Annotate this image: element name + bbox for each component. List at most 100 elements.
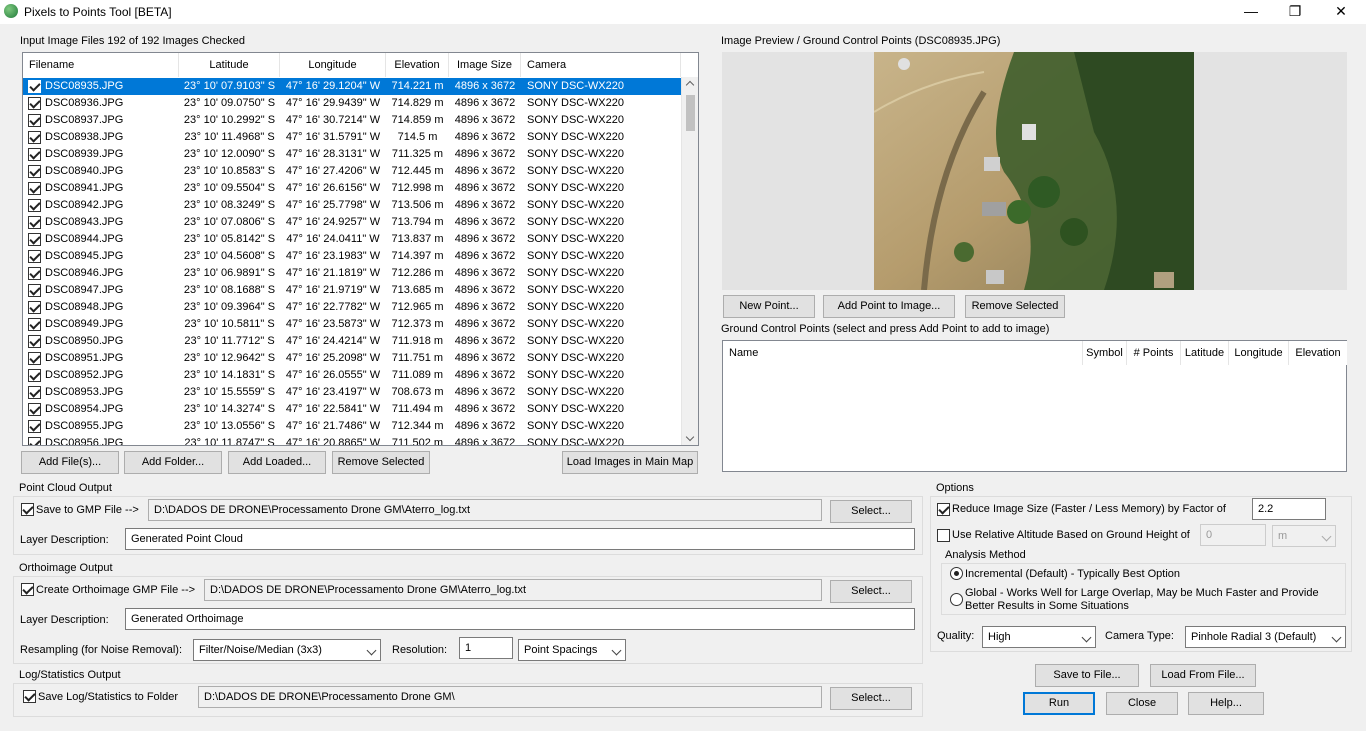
altitude-unit-dropdown[interactable]: m [1272, 525, 1336, 547]
table-row[interactable]: DSC08949.JPG 23° 10' 10.5811" S 47° 16' 23… [23, 316, 681, 333]
table-row[interactable]: DSC08935.JPG 23° 10' 07.9103" S 47° 16' 29… [23, 78, 681, 95]
point-cloud-path-field[interactable]: D:\DADOS DE DRONE\Processamento Drone GM… [148, 499, 822, 521]
gcp-col-points[interactable]: # Points [1127, 341, 1181, 365]
table-row[interactable]: DSC08951.JPG 23° 10' 12.9642" S 47° 16' 25… [23, 350, 681, 367]
resolution-field[interactable]: 1 [459, 637, 513, 659]
row-checkbox[interactable] [28, 301, 41, 314]
row-checkbox[interactable] [28, 267, 41, 280]
table-row[interactable]: DSC08943.JPG 23° 10' 07.0806" S 47° 16' 24… [23, 214, 681, 231]
global-label-line2[interactable]: Better Results in Some Situations [965, 600, 1129, 612]
minimize-button[interactable]: — [1228, 0, 1274, 24]
run-button[interactable]: Run [1023, 692, 1095, 715]
reduce-size-checkbox[interactable] [937, 503, 950, 516]
save-gmp-label[interactable]: Save to GMP File --> [36, 504, 139, 516]
close-button[interactable]: Close [1106, 692, 1178, 715]
scroll-down-icon[interactable] [685, 432, 695, 442]
relative-altitude-checkbox[interactable] [937, 529, 950, 542]
row-checkbox[interactable] [28, 216, 41, 229]
new-point-button[interactable]: New Point... [723, 295, 815, 318]
load-images-in-map-button[interactable]: Load Images in Main Map [562, 451, 698, 474]
camera-type-dropdown[interactable]: Pinhole Radial 3 (Default) [1185, 626, 1346, 648]
incremental-radio[interactable] [950, 567, 963, 580]
relative-altitude-field[interactable]: 0 [1200, 524, 1266, 546]
point-cloud-select-button[interactable]: Select... [830, 500, 912, 523]
table-row[interactable]: DSC08950.JPG 23° 10' 11.7712" S 47° 16' 24… [23, 333, 681, 350]
ortho-layer-field[interactable]: Generated Orthoimage [125, 608, 915, 630]
log-select-button[interactable]: Select... [830, 687, 912, 710]
create-ortho-checkbox[interactable] [21, 583, 34, 596]
table-row[interactable]: DSC08940.JPG 23° 10' 10.8583" S 47° 16' 27… [23, 163, 681, 180]
gcp-col-latitude[interactable]: Latitude [1181, 341, 1229, 365]
scroll-up-icon[interactable] [685, 80, 695, 90]
gcp-col-name[interactable]: Name [723, 341, 1083, 365]
table-row[interactable]: DSC08955.JPG 23° 10' 13.0556" S 47° 16' 21… [23, 418, 681, 435]
point-cloud-layer-field[interactable]: Generated Point Cloud [125, 528, 915, 550]
row-checkbox[interactable] [28, 97, 41, 110]
table-row[interactable]: DSC08939.JPG 23° 10' 12.0090" S 47° 16' 28… [23, 146, 681, 163]
row-checkbox[interactable] [28, 182, 41, 195]
reduce-size-label[interactable]: Reduce Image Size (Faster / Less Memory)… [952, 503, 1226, 515]
log-path-field[interactable]: D:\DADOS DE DRONE\Processamento Drone GM… [198, 686, 822, 708]
help-button[interactable]: Help... [1188, 692, 1264, 715]
ortho-select-button[interactable]: Select... [830, 580, 912, 603]
row-checkbox[interactable] [28, 284, 41, 297]
ortho-path-field[interactable]: D:\DADOS DE DRONE\Processamento Drone GM… [204, 579, 822, 601]
maximize-button[interactable]: ❐ [1272, 0, 1318, 24]
row-checkbox[interactable] [28, 437, 41, 445]
add-point-to-image-button[interactable]: Add Point to Image... [823, 295, 955, 318]
global-radio[interactable] [950, 593, 963, 606]
row-checkbox[interactable] [28, 148, 41, 161]
table-row[interactable]: DSC08938.JPG 23° 10' 11.4968" S 47° 16' 31… [23, 129, 681, 146]
gcp-col-symbol[interactable]: Symbol [1083, 341, 1127, 365]
table-row[interactable]: DSC08956.JPG 23° 10' 11.8747" S 47° 16' 20… [23, 435, 681, 445]
add-folder-button[interactable]: Add Folder... [124, 451, 222, 474]
remove-selected-files-button[interactable]: Remove Selected [332, 451, 430, 474]
gcp-col-elevation[interactable]: Elevation [1289, 341, 1347, 365]
gcp-col-longitude[interactable]: Longitude [1229, 341, 1289, 365]
row-checkbox[interactable] [28, 335, 41, 348]
row-checkbox[interactable] [28, 318, 41, 331]
row-checkbox[interactable] [28, 420, 41, 433]
resampling-dropdown[interactable]: Filter/Noise/Median (3x3) [193, 639, 381, 661]
col-header-camera[interactable]: Camera [521, 53, 681, 77]
load-from-file-button[interactable]: Load From File... [1150, 664, 1256, 687]
table-row[interactable]: DSC08945.JPG 23° 10' 04.5608" S 47° 16' 23… [23, 248, 681, 265]
save-log-checkbox[interactable] [23, 690, 36, 703]
save-log-label[interactable]: Save Log/Statistics to Folder [38, 691, 178, 703]
file-list-scrollbar[interactable] [681, 77, 698, 445]
row-checkbox[interactable] [28, 403, 41, 416]
table-row[interactable]: DSC08936.JPG 23° 10' 09.0750" S 47° 16' 29… [23, 95, 681, 112]
add-loaded-button[interactable]: Add Loaded... [228, 451, 326, 474]
row-checkbox[interactable] [28, 199, 41, 212]
row-checkbox[interactable] [28, 369, 41, 382]
col-header-latitude[interactable]: Latitude [179, 53, 280, 77]
relative-altitude-label[interactable]: Use Relative Altitude Based on Ground He… [952, 529, 1190, 541]
quality-dropdown[interactable]: High [982, 626, 1096, 648]
gcp-list[interactable]: Name Symbol # Points Latitude Longitude … [722, 340, 1347, 472]
table-row[interactable]: DSC08944.JPG 23° 10' 05.8142" S 47° 16' 24… [23, 231, 681, 248]
add-files-button[interactable]: Add File(s)... [21, 451, 119, 474]
incremental-label[interactable]: Incremental (Default) - Typically Best O… [965, 568, 1180, 580]
resolution-unit-dropdown[interactable]: Point Spacings [518, 639, 626, 661]
table-row[interactable]: DSC08937.JPG 23° 10' 10.2992" S 47° 16' 30… [23, 112, 681, 129]
save-to-file-button[interactable]: Save to File... [1035, 664, 1139, 687]
table-row[interactable]: DSC08941.JPG 23° 10' 09.5504" S 47° 16' 26… [23, 180, 681, 197]
scroll-thumb[interactable] [686, 95, 695, 131]
row-checkbox[interactable] [28, 131, 41, 144]
table-row[interactable]: DSC08952.JPG 23° 10' 14.1831" S 47° 16' 26… [23, 367, 681, 384]
create-ortho-label[interactable]: Create Orthoimage GMP File --> [36, 584, 195, 596]
col-header-longitude[interactable]: Longitude [280, 53, 386, 77]
table-row[interactable]: DSC08946.JPG 23° 10' 06.9891" S 47° 16' 21… [23, 265, 681, 282]
row-checkbox[interactable] [28, 80, 41, 93]
table-row[interactable]: DSC08953.JPG 23° 10' 15.5559" S 47° 16' 23… [23, 384, 681, 401]
row-checkbox[interactable] [28, 165, 41, 178]
col-header-filename[interactable]: Filename [23, 53, 179, 77]
remove-selected-point-button[interactable]: Remove Selected [965, 295, 1065, 318]
row-checkbox[interactable] [28, 352, 41, 365]
table-row[interactable]: DSC08947.JPG 23° 10' 08.1688" S 47° 16' 21… [23, 282, 681, 299]
image-preview[interactable] [722, 52, 1347, 290]
file-list[interactable]: Filename Latitude Longitude Elevation Im… [22, 52, 699, 446]
global-label-line1[interactable]: Global - Works Well for Large Overlap, M… [965, 587, 1319, 599]
reduce-factor-field[interactable]: 2.2 [1252, 498, 1326, 520]
col-header-image-size[interactable]: Image Size [449, 53, 521, 77]
